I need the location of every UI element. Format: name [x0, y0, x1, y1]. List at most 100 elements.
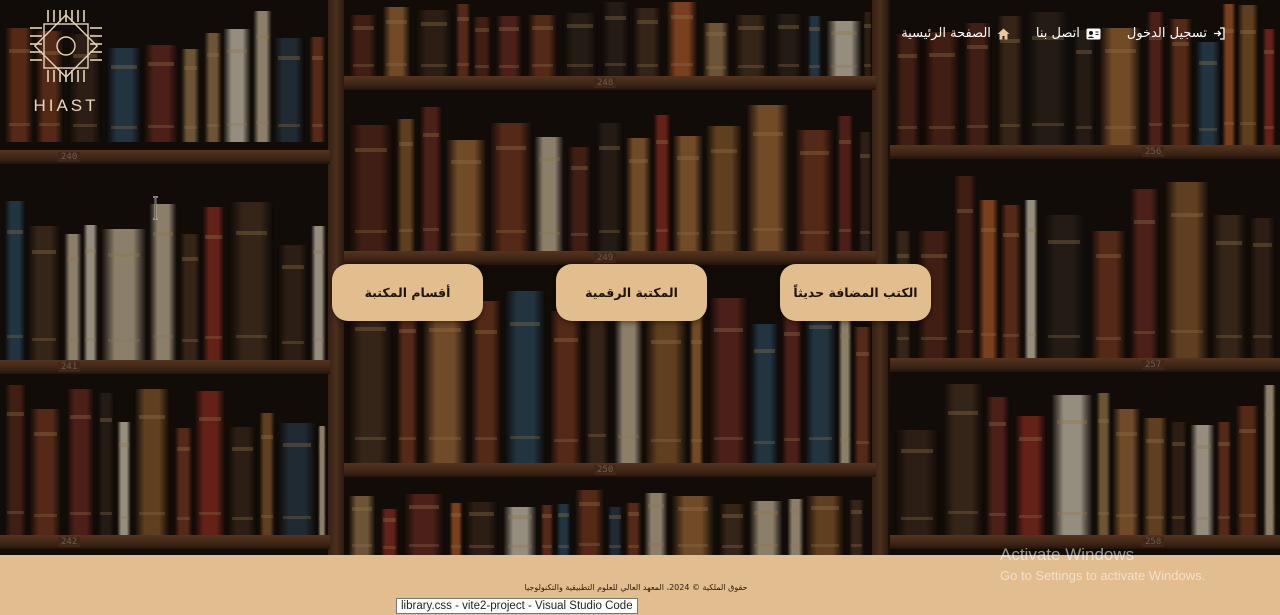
hiast-logo[interactable]: HIAST [14, 8, 118, 116]
book-spine [1014, 415, 1047, 535]
book-spine [1164, 181, 1210, 358]
book-spine [625, 138, 652, 251]
book-spine [181, 48, 200, 142]
nav-login-label: تسجيل الدخول [1126, 26, 1207, 41]
book-row [890, 380, 1280, 535]
shelf-number: 250 [594, 465, 617, 475]
shelf [0, 150, 330, 164]
book-spine [174, 427, 193, 535]
book-row [890, 172, 1280, 358]
new-books-button[interactable]: الكتب المضافة حديثاً [780, 264, 931, 321]
book-spine [179, 233, 201, 360]
book-spine [781, 303, 803, 463]
shelf-number: 249 [594, 253, 617, 263]
book-spine [382, 7, 411, 76]
book-spine [702, 22, 730, 76]
book-spine [1262, 29, 1276, 145]
book-spine [540, 504, 554, 555]
book-spine [470, 300, 502, 463]
footer-copyright: حقوق الملكية © 2024، المعهد العالي للعلو… [524, 583, 748, 592]
book-spine [705, 126, 743, 251]
book-spine [556, 504, 571, 555]
book-spine [1237, 5, 1259, 145]
book-spine [253, 11, 272, 142]
book-spine [396, 118, 416, 251]
book-spine [117, 422, 131, 535]
nav-login[interactable]: تسجيل الدخول [1127, 26, 1226, 41]
nav-home-label: الصفحة الرئيسية [901, 26, 991, 41]
shelf-number: 240 [58, 152, 81, 162]
nav-contact[interactable]: اتصل بنا [1036, 26, 1101, 41]
book-spine [380, 509, 399, 555]
book-spine [527, 14, 558, 76]
book-spine [415, 9, 453, 76]
book-row [0, 192, 330, 360]
shelf-number: 258 [1142, 537, 1165, 547]
book-spine [422, 298, 468, 463]
book-spine [277, 423, 317, 535]
book-spine [1216, 422, 1232, 535]
book-spine [1112, 409, 1141, 535]
book-spine [204, 33, 222, 142]
book-spine [671, 495, 715, 555]
book-row [0, 380, 330, 535]
book-spine [826, 20, 862, 76]
book-spine [489, 122, 533, 251]
book-spine [894, 429, 940, 535]
book-spine [101, 229, 147, 360]
book-spine [953, 175, 977, 358]
book-spine [464, 502, 499, 555]
book-spine [419, 107, 443, 251]
book-spine [229, 202, 274, 360]
new-books-label: الكتب المضافة حديثاً [793, 285, 918, 300]
book-spine [134, 389, 170, 535]
book-spine [805, 495, 845, 555]
nav-home[interactable]: الصفحة الرئيسية [901, 26, 1010, 41]
shelf-number: 257 [1142, 360, 1165, 370]
book-spine [567, 147, 592, 251]
shelf [0, 535, 330, 549]
book-spine [1129, 189, 1160, 358]
taskbar-tooltip: library.css - vite2-project - Visual Stu… [396, 598, 638, 614]
book-spine [858, 132, 872, 251]
top-navigation: تسجيل الدخول اتصل بنا الصفحة الرئيسية [901, 26, 1226, 41]
book-spine [348, 495, 376, 555]
nav-contact-label: اتصل بنا [1035, 26, 1080, 41]
book-spine [794, 129, 835, 251]
book-spine [666, 1, 698, 76]
book-spine [853, 327, 872, 463]
book-spine [223, 28, 251, 142]
book-spine [1000, 205, 1022, 358]
logo-text: HIAST [33, 96, 99, 115]
book-spine [277, 244, 309, 360]
book-spine [838, 305, 852, 463]
text-cursor-icon [153, 196, 158, 220]
book-spine [574, 490, 605, 555]
book-spine [1024, 200, 1038, 358]
book-spine [143, 44, 179, 142]
activate-windows-title: Activate Windows [1000, 545, 1135, 564]
book-spine [259, 413, 275, 535]
book-row [344, 0, 876, 76]
book-spine [787, 499, 804, 555]
book-spine [549, 311, 583, 463]
book-spine [672, 135, 704, 251]
book-spine [562, 12, 598, 76]
library-sections-button[interactable]: أقسام المكتبة [332, 264, 483, 321]
book-spine [750, 324, 779, 463]
book-spine [503, 506, 537, 555]
book-spine [66, 389, 95, 535]
book-spine [1142, 417, 1168, 535]
book-spine [4, 201, 26, 360]
book-spine [1169, 421, 1188, 535]
book-spine [149, 203, 177, 360]
book-spine [1072, 29, 1096, 145]
book-spine [318, 425, 326, 535]
book-spine [311, 225, 326, 360]
shelf-number: 256 [1142, 147, 1165, 157]
book-spine [1041, 214, 1087, 358]
book-spine [848, 500, 865, 555]
book-spine [348, 297, 393, 463]
digital-library-button[interactable]: المكتبة الرقمية [556, 264, 707, 321]
book-spine [403, 494, 445, 555]
